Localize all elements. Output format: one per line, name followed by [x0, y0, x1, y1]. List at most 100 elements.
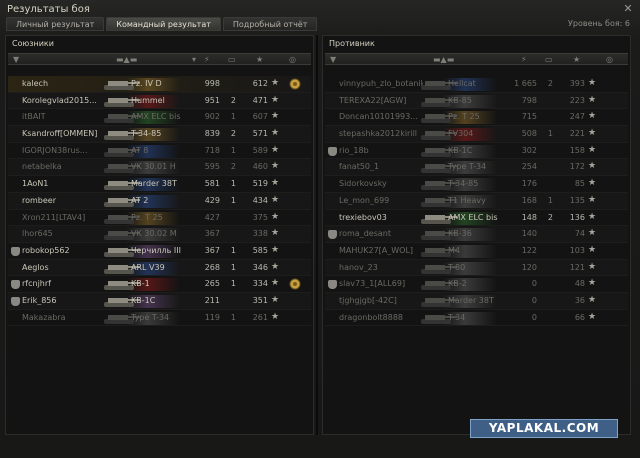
platoon-column-icon[interactable]: ▼	[330, 55, 336, 64]
player-row[interactable]: Doncan10101993... Pz. T 25 715 247 ★	[325, 109, 628, 127]
player-row[interactable]: stepashka2012kirill FV304 508 1 221 ★	[325, 126, 628, 143]
player-row[interactable]: Aeglos ARL V39 268 1 346 ★	[8, 260, 311, 277]
xp-value: 346	[252, 262, 268, 272]
player-row[interactable]: vinnypuh_zlo_botanik Hellcat 1 665 2 393 ★	[325, 76, 628, 93]
star-icon: ★	[588, 161, 597, 172]
player-row[interactable]: rfcnjhrf KB-1 265 1 334 ★	[8, 276, 311, 293]
player-row[interactable]: rio_18b KB-1C 302 158 ★	[325, 143, 628, 160]
medals-column-icon[interactable]: ◎	[606, 55, 613, 64]
damage-value: 1 665	[514, 79, 537, 88]
vehicle-name: AMX ELC bis	[131, 112, 181, 122]
player-row[interactable]: Le_mon_699 T1 Heavy 168 1 135 ★	[325, 193, 628, 210]
xp-column-icon[interactable]: ★	[256, 55, 263, 64]
frags-column-icon[interactable]: ▭	[545, 55, 553, 64]
player-row[interactable]: kalech Pz. IV D 998 612 ★	[8, 76, 311, 93]
frags-column-icon[interactable]: ▭	[228, 55, 236, 64]
damage-value: 839	[204, 129, 220, 139]
damage-value: 168	[521, 195, 537, 205]
player-name: dragonbolt8888	[339, 312, 404, 322]
enemies-header: ▼ ▬▲▬ ⚡ ▭ ★ ◎	[325, 53, 628, 65]
xp-value: 338	[252, 229, 268, 239]
xp-value: 36	[574, 295, 585, 305]
allies-header: ▼ ▬▲▬ ▾ ⚡ ▭ ★ ◎	[8, 53, 311, 65]
player-row[interactable]: dragonbolt8888 T-34 0 66 ★	[325, 310, 628, 327]
xp-value: 247	[569, 112, 585, 122]
damage-value: 595	[204, 162, 220, 172]
player-row[interactable]: Erik_856 KB-1C 211 351 ★	[8, 293, 311, 310]
vehicle-name: Hellcat	[448, 79, 476, 88]
xp-column-icon[interactable]: ★	[573, 55, 580, 64]
player-row[interactable]: robokop562 Черчилль III 367 1 585 ★	[8, 243, 311, 260]
frags-value: 1	[230, 179, 236, 189]
frags-value: 1	[230, 145, 236, 155]
player-row[interactable]: Ksandroff[OMMEN] T-34-85 839 2 571 ★	[8, 126, 311, 143]
player-row[interactable]: trexiebov03 AMX ELC bis 148 2 136 ★	[325, 210, 628, 227]
tab-detailed-report[interactable]: Подробный отчёт	[222, 17, 318, 31]
xp-value: 434	[252, 195, 268, 205]
player-name: rombeer	[22, 195, 57, 205]
vehicle-name: T-34-85	[131, 129, 162, 139]
xp-value: 121	[569, 262, 585, 272]
player-row[interactable]: IGORJON38rus... AT 8 718 1 589 ★	[8, 143, 311, 160]
player-row[interactable]: Xron211[LTAV4] Pz. T 25 427 375 ★	[8, 210, 311, 227]
player-row[interactable]: tjghgjgb[-42C] Marder 38T 0 36 ★	[325, 293, 628, 310]
player-name: IGORJON38rus...	[22, 145, 88, 155]
medals-column-icon[interactable]: ◎	[289, 55, 296, 64]
player-row[interactable]: roma_desant KB-36 140 74 ★	[325, 226, 628, 243]
damage-value: 176	[521, 179, 537, 189]
player-row[interactable]: Sidorkovsky T-34-85 176 85 ★	[325, 176, 628, 193]
player-name: 1AoN1	[22, 179, 49, 189]
xp-value: 585	[252, 245, 268, 255]
xp-value: 136	[569, 212, 585, 222]
tab-team-result[interactable]: Командный результат	[106, 17, 221, 31]
player-row[interactable]: lhor645 VK 30.02 M 367 338 ★	[8, 226, 311, 243]
damage-column-icon[interactable]: ⚡	[204, 55, 210, 64]
medal-icon[interactable]	[288, 77, 302, 91]
player-row[interactable]: Makazabra Type T-34 119 1 261 ★	[8, 310, 311, 327]
xp-value: 103	[569, 245, 585, 255]
player-row[interactable]: fanat50_1 Type T-34 254 172 ★	[325, 159, 628, 177]
tank-column-icon[interactable]: ▬▲▬	[116, 55, 137, 64]
xp-value: 74	[574, 229, 585, 239]
player-name: kalech	[22, 79, 49, 88]
xp-value: 223	[569, 95, 585, 105]
medal-icon[interactable]	[288, 277, 302, 291]
frags-value: 1	[230, 262, 236, 272]
player-row[interactable]: MAHUK27[A_WOL] M4 122 103 ★	[325, 243, 628, 260]
damage-column-icon[interactable]: ⚡	[521, 55, 527, 64]
tank-column-icon[interactable]: ▬▲▬	[433, 55, 454, 64]
tab-bar: Личный результат Командный результат Под…	[6, 17, 319, 31]
vehicle-name: M4	[448, 245, 460, 255]
frags-value: 1	[230, 195, 236, 205]
xp-value: 351	[252, 295, 268, 305]
xp-value: 221	[569, 129, 585, 139]
tab-personal-result[interactable]: Личный результат	[6, 17, 105, 31]
frags-value: 1	[547, 129, 553, 139]
frags-value: 2	[547, 212, 553, 222]
player-row[interactable]: itBAIT AMX ELC bis 902 1 607 ★	[8, 109, 311, 127]
player-name: Le_mon_699	[339, 195, 390, 205]
battle-results-window: Результаты боя ✕ Личный результат Команд…	[0, 0, 640, 458]
damage-value: 902	[204, 112, 220, 122]
player-name: Sidorkovsky	[339, 179, 387, 189]
player-row[interactable]: 1AoN1 Marder 38T 581 1 519 ★	[8, 176, 311, 193]
close-icon[interactable]: ✕	[622, 3, 634, 15]
enemies-rows: vinnypuh_zlo_botanik Hellcat 1 665 2 393 ★ TER…	[325, 76, 628, 327]
vehicle-name: KB-36	[448, 229, 472, 239]
platoon-column-icon[interactable]: ▼	[13, 55, 19, 64]
player-row[interactable]: rombeer AT 2 429 1 434 ★	[8, 193, 311, 210]
player-row[interactable]: hanov_23 T-80 120 121 ★	[325, 260, 628, 277]
vehicle-name: KB-1	[131, 279, 150, 289]
vehicle-name: VK 30.01 H	[131, 162, 176, 172]
player-row[interactable]: Korolegvlad2015... Hummel 951 2 471 ★	[8, 93, 311, 110]
player-row[interactable]: slav73_1[ALL69] KB-2 0 48 ★	[325, 276, 628, 293]
player-name: tjghgjgb[-42C]	[339, 295, 397, 305]
player-name: TEREXA22[AGW]	[339, 95, 407, 105]
vehicle-name: Marder 38T	[448, 295, 494, 305]
damage-value: 120	[521, 262, 537, 272]
battle-level: Уровень боя: 6	[568, 19, 630, 28]
player-row[interactable]: netabelka VK 30.01 H 595 2 460 ★	[8, 159, 311, 177]
vehicle-name: Hummel	[131, 95, 165, 105]
player-row[interactable]: TEREXA22[AGW] KB-85 798 223 ★	[325, 93, 628, 110]
star-icon: ★	[588, 294, 597, 305]
